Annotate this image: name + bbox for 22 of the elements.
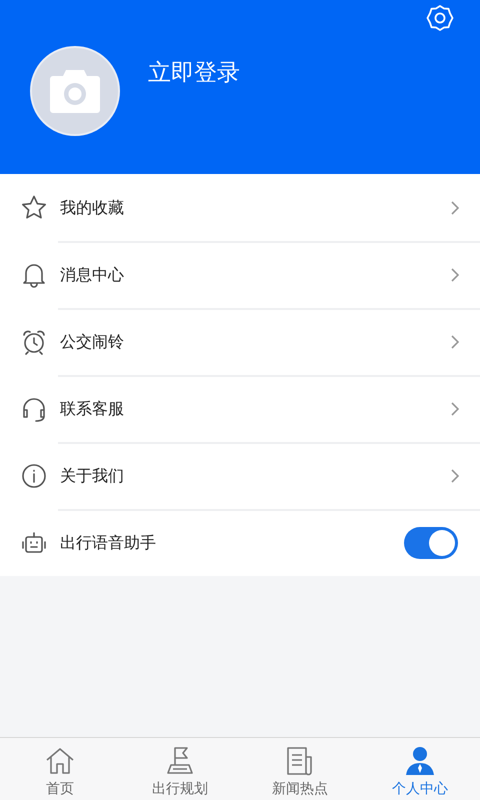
tab[interactable]: 个人中心 xyxy=(360,738,480,800)
tab[interactable]: 新闻热点 xyxy=(240,738,360,800)
camera-icon xyxy=(49,68,101,114)
menu-item-label: 公交闹铃 xyxy=(60,330,125,352)
tab[interactable]: 首页 xyxy=(0,738,120,800)
info-icon xyxy=(20,462,48,490)
menu-item-label: 我的收藏 xyxy=(60,196,125,218)
chevron-right-icon[interactable] xyxy=(450,266,460,282)
chevron-right-icon[interactable] xyxy=(450,200,460,216)
chevron-right-icon[interactable] xyxy=(450,468,460,484)
menu-item-label: 出行语音助手 xyxy=(60,532,157,554)
person-icon xyxy=(403,745,437,777)
star-icon xyxy=(20,194,48,222)
chevron-right-icon[interactable] xyxy=(450,400,460,416)
chevron-right-icon[interactable] xyxy=(450,334,460,350)
menu-item-label: 消息中心 xyxy=(60,264,125,286)
tab[interactable]: 出行规划 xyxy=(120,738,240,800)
settings-icon[interactable] xyxy=(426,4,454,32)
toggle-switch[interactable] xyxy=(404,526,458,558)
menu-item-label: 联系客服 xyxy=(60,398,125,420)
menu-item-label: 关于我们 xyxy=(60,464,125,486)
login-link[interactable]: 立即登录 xyxy=(148,56,240,90)
